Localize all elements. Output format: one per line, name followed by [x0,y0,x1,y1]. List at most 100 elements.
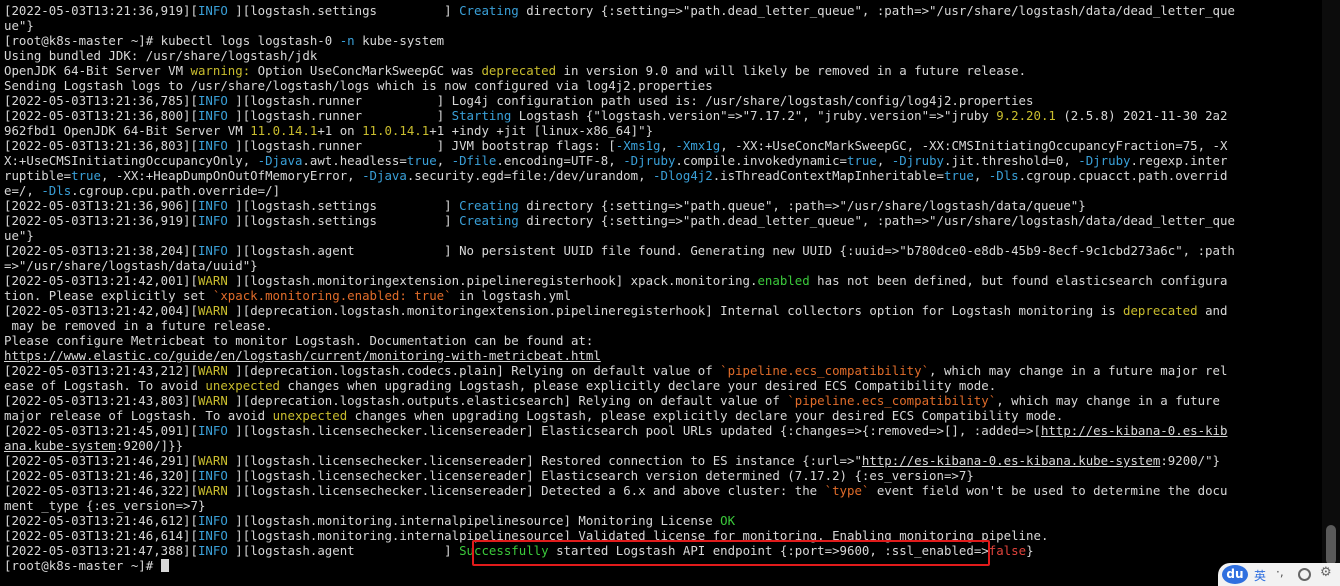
terminal-text: ][logstash.runner ] [235,108,452,123]
terminal-text: [2022-05-03T13:21:36,919][ [4,213,198,228]
terminal-text: Option UseConcMarkSweepGC was [250,63,482,78]
terminal-text: , [436,153,452,168]
terminal-output[interactable]: [2022-05-03T13:21:36,919][INFO ][logstas… [4,3,1318,583]
terminal-line: [2022-05-03T13:21:42,001][WARN ][logstas… [4,273,1318,288]
terminal-line: ment _type {:es_version=>7} [4,498,1318,513]
ime-toolbar[interactable]: du 英 ·, ⚙ [1218,563,1340,586]
terminal-link[interactable]: http://es-kibana-0.es-kib [1041,423,1228,438]
terminal-text: ][logstash.monitoring.internalpipelineso… [235,513,721,528]
terminal-text: , -XX:+UseConcMarkSweepGC, -XX:CMSInitia… [720,138,1228,153]
terminal-text: INFO [197,3,236,18]
terminal-text: -Xms1g [615,138,661,153]
terminal-line: [2022-05-03T13:21:36,919][INFO ][logstas… [4,3,1318,18]
terminal-text: .cgroup.cpu.path.override=/] [71,183,281,198]
terminal-line: Please configure Metricbeat to monitor L… [4,333,1318,348]
user-icon[interactable] [1298,568,1311,581]
terminal-text: Successfully [459,543,549,558]
scrollbar[interactable] [1322,0,1340,586]
scrollbar-thumb[interactable] [1326,525,1336,565]
terminal-text: [2022-05-03T13:21:46,291][ [4,453,198,468]
terminal-text: ][deprecation.logstash.outputs.elasticse… [235,393,788,408]
terminal-text: WARN [197,393,236,408]
terminal-line: [2022-05-03T13:21:47,388][INFO ][logstas… [4,543,1318,558]
terminal-text: -Djava [257,153,303,168]
terminal-text: INFO [197,243,236,258]
terminal-text: has not been defined, but found elastics… [809,273,1228,288]
terminal-text: deprecated [1123,303,1198,318]
terminal-text: deprecated [481,63,557,78]
terminal-text: [2022-05-03T13:21:43,212][ [4,363,198,378]
terminal-text: [2022-05-03T13:21:45,091][ [4,423,198,438]
terminal-line: e=/, -Dls.cgroup.cpu.path.override=/] [4,183,1318,198]
terminal-line: major release of Logstash. To avoid unex… [4,408,1318,423]
terminal-text: directory {:setting=>"path.queue", :path… [518,198,1086,213]
terminal-line: [2022-05-03T13:21:46,291][WARN ][logstas… [4,453,1318,468]
ime-logo-icon[interactable]: du [1222,565,1248,584]
terminal-text: [2022-05-03T13:21:43,803][ [4,393,198,408]
terminal-text: tion. Please explicitly set [4,288,213,303]
terminal-line: Sending Logstash logs to /usr/share/logs… [4,78,1318,93]
terminal-line: Using bundled JDK: /usr/share/logstash/j… [4,48,1318,63]
terminal-line: [2022-05-03T13:21:46,612][INFO ][logstas… [4,513,1318,528]
terminal-text: 962fbd1 OpenJDK 64-Bit Server VM [4,123,251,138]
terminal-text: ][logstash.agent ] No persistent UUID fi… [235,243,1235,258]
terminal-text: in logstash.yml [451,288,571,303]
terminal-text: -Dls [988,168,1019,183]
terminal-line: [2022-05-03T13:21:36,803][INFO ][logstas… [4,138,1318,153]
terminal-text: kube-system [354,33,445,48]
terminal-line: [2022-05-03T13:21:46,320][INFO ][logstas… [4,468,1318,483]
terminal-text: INFO [197,138,236,153]
terminal-text: e=/, [4,183,42,198]
terminal-line: [root@k8s-master ~]# kubectl logs logsta… [4,33,1318,48]
terminal-text: Logstash {"logstash.version"=>"7.17.2", … [511,108,997,123]
terminal-line: ue"} [4,18,1318,33]
terminal-text: , [660,138,676,153]
terminal-text: `pipeline.ecs_compatibility` [720,363,930,378]
terminal-text: ][logstash.settings ] [235,3,460,18]
terminal-text: [2022-05-03T13:21:46,322][ [4,483,198,498]
terminal-text: , [973,168,989,183]
terminal-text: ][logstash.licensechecker.licensereader]… [235,453,862,468]
terminal-text: =>"/usr/share/logstash/data/uuid"} [4,258,258,273]
terminal-text: , which may change in a future major rel [929,363,1228,378]
terminal-line: [2022-05-03T13:21:36,906][INFO ][logstas… [4,198,1318,213]
terminal-text: -n [339,33,355,48]
terminal-line: https://www.elastic.co/guide/en/logstash… [4,348,1318,363]
terminal-line: [2022-05-03T13:21:36,919][INFO ][logstas… [4,213,1318,228]
terminal-text: Starting [451,108,512,123]
terminal-link[interactable]: ana.kube-system [4,438,116,453]
terminal-line: [2022-05-03T13:21:43,212][WARN ][depreca… [4,363,1318,378]
terminal-line: OpenJDK 64-Bit Server VM warning: Option… [4,63,1318,78]
terminal-text: warning: [190,63,251,78]
terminal-line: tion. Please explicitly set `xpack.monit… [4,288,1318,303]
terminal-text: may be removed in a future release. [4,318,273,333]
terminal-line: [2022-05-03T13:21:36,800][INFO ][logstas… [4,108,1318,123]
terminal-text: [2022-05-03T13:21:46,614][ [4,528,198,543]
settings-icon[interactable]: ⚙ [1320,565,1332,580]
terminal-text: unexpected [205,378,281,393]
terminal-link[interactable]: http://es-kibana-0.es-kibana.kube-system [862,453,1160,468]
terminal-link[interactable]: https://www.elastic.co/guide/en/logstash… [4,348,601,363]
terminal-text: [2022-05-03T13:21:42,004][ [4,303,198,318]
terminal-line: ue"} [4,228,1318,243]
terminal-text: [root@k8s-master ~]# [4,558,161,573]
ime-language-toggle[interactable]: 英 [1254,567,1266,584]
terminal-line: [root@k8s-master ~]# [4,558,1318,573]
terminal-text: changes when upgrading Logstash, please … [280,378,997,393]
terminal-text: ][logstash.licensechecker.licensereader]… [235,468,974,483]
terminal-text: [2022-05-03T13:21:38,204][ [4,243,198,258]
terminal-line: [2022-05-03T13:21:38,204][INFO ][logstas… [4,243,1318,258]
terminal-text: INFO [197,198,236,213]
terminal-line: X:+UseCMSInitiatingOccupancyOnly, -Djava… [4,153,1318,168]
terminal-text: , -XX:+HeapDumpOnOutOfMemoryError, [100,168,363,183]
terminal-text: WARN [197,453,236,468]
terminal-text: directory {:setting=>"path.dead_letter_q… [518,213,1235,228]
terminal-text: ue"} [4,18,34,33]
terminal-text: Using bundled JDK: /usr/share/logstash/j… [4,48,318,63]
ime-punctuation-toggle[interactable]: ·, [1276,565,1284,579]
terminal-line: ana.kube-system:9200/]}} [4,438,1318,453]
terminal-text: Creating [459,198,519,213]
terminal-text: INFO [197,93,236,108]
terminal-text: .compile.invokedynamic= [675,153,847,168]
terminal-text: -Dlog4j2 [653,168,713,183]
